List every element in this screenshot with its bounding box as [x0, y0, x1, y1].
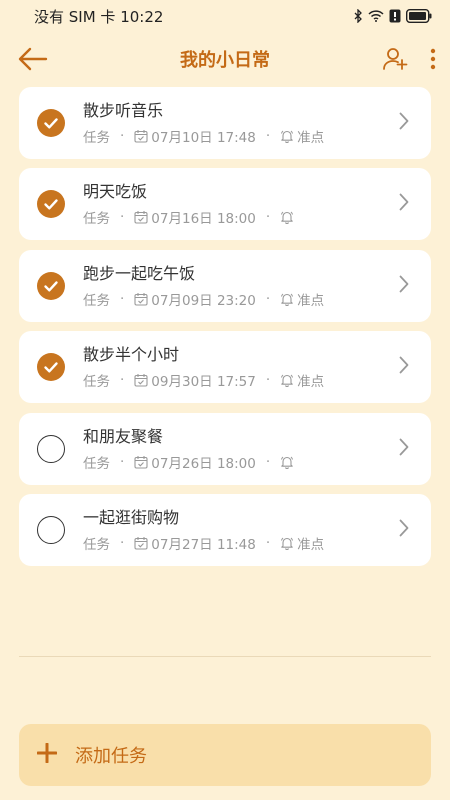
- task-item[interactable]: 和朋友聚餐 任务 · 07月26日 18:00 ·: [19, 412, 431, 485]
- task-body: 明天吃饭 任务 · 07月16日 18:00 ·: [83, 181, 407, 227]
- task-meta: 任务 · 07月09日 23:20 · 准点: [83, 289, 407, 309]
- task-meta: 任务 · 09月30日 17:57 · 准点: [83, 370, 407, 390]
- meta-separator: ·: [265, 453, 271, 470]
- bell-icon: [280, 455, 294, 469]
- bell-icon: [280, 292, 294, 306]
- task-meta: 任务 · 07月26日 18:00 ·: [83, 452, 407, 472]
- chevron-right-icon: [399, 519, 409, 541]
- bell-icon: [280, 536, 294, 550]
- status-icons: [354, 9, 432, 23]
- calendar-icon: [134, 292, 148, 306]
- more-vertical-icon[interactable]: [430, 48, 436, 70]
- task-title: 散步半个小时: [83, 345, 180, 365]
- add-member-icon[interactable]: [382, 46, 408, 72]
- task-checkbox[interactable]: [37, 271, 65, 300]
- task-date: 07月27日 11:48: [151, 536, 256, 553]
- task-item[interactable]: 跑步一起吃午饭 任务 · 07月09日 23:20 · 准点: [19, 249, 431, 322]
- task-checkbox[interactable]: [37, 515, 65, 544]
- calendar-icon: [134, 455, 148, 469]
- task-title: 明天吃饭: [83, 182, 148, 202]
- task-date: 09月30日 17:57: [151, 374, 256, 391]
- clock-text: 10:22: [120, 7, 164, 26]
- task-list: 散步听音乐 任务 · 07月10日 17:48 · 准点 明天吃饭 任务 · 0…: [0, 87, 450, 566]
- bell-icon: [280, 373, 294, 388]
- meta-separator: ·: [120, 290, 125, 307]
- task-reminder: 准点: [297, 536, 325, 553]
- meta-separator: ·: [265, 290, 271, 307]
- task-title: 散步听音乐: [83, 101, 164, 120]
- task-meta: 任务 · 07月27日 11:48 · 准点: [83, 533, 407, 553]
- task-item[interactable]: 一起逛街购物 任务 · 07月27日 11:48 · 准点: [19, 493, 431, 566]
- task-item[interactable]: 散步听音乐 任务 · 07月10日 17:48 · 准点: [19, 87, 431, 159]
- meta-separator: ·: [265, 209, 271, 226]
- plus-icon: [36, 742, 58, 767]
- task-title: 和朋友聚餐: [83, 426, 164, 446]
- task-body: 一起逛街购物 任务 · 07月27日 11:48 · 准点: [83, 507, 407, 553]
- app-bar: 我的小日常: [0, 32, 450, 86]
- task-checkbox[interactable]: [37, 109, 65, 137]
- meta-separator: ·: [265, 128, 271, 144]
- app-bar-actions: [382, 46, 436, 72]
- task-date: 07月10日 17:48: [151, 130, 256, 146]
- task-reminder: 准点: [297, 130, 325, 146]
- calendar-icon: [134, 210, 148, 224]
- task-item[interactable]: 明天吃饭 任务 · 07月16日 18:00 ·: [19, 168, 431, 241]
- meta-separator: ·: [120, 453, 125, 470]
- chevron-right-icon: [399, 275, 409, 297]
- task-type: 任务: [83, 455, 110, 472]
- add-task-button[interactable]: 添加任务: [19, 724, 431, 786]
- alert-icon: [389, 9, 401, 23]
- divider: [19, 656, 431, 657]
- back-arrow-icon[interactable]: [18, 47, 48, 71]
- status-bar: 没有 SIM 卡 10:22: [0, 0, 450, 32]
- checkmark-icon: [44, 118, 58, 129]
- checkmark-icon: [44, 362, 58, 373]
- status-left: 没有 SIM 卡 10:22: [34, 6, 163, 27]
- chevron-right-icon: [399, 356, 409, 378]
- chevron-right-icon: [399, 438, 409, 460]
- bluetooth-icon: [354, 9, 363, 23]
- task-date: 07月26日 18:00: [151, 455, 256, 472]
- task-item[interactable]: 散步半个小时 任务 · 09月30日 17:57 · 准点: [19, 331, 431, 404]
- carrier-text: 没有 SIM 卡: [34, 7, 116, 26]
- task-reminder: 准点: [297, 292, 325, 309]
- meta-separator: ·: [265, 534, 271, 551]
- task-meta: 任务 · 07月10日 17:48 · 准点: [83, 126, 407, 146]
- task-title: 跑步一起吃午饭: [83, 263, 196, 283]
- task-checkbox[interactable]: [37, 190, 65, 219]
- meta-separator: ·: [265, 372, 271, 389]
- task-type: 任务: [83, 292, 110, 309]
- task-title: 一起逛街购物: [83, 507, 180, 527]
- add-task-label: 添加任务: [75, 746, 147, 767]
- task-type: 任务: [83, 374, 110, 391]
- checkmark-icon: [44, 199, 58, 210]
- task-type: 任务: [83, 130, 110, 146]
- calendar-icon: [134, 373, 148, 387]
- chevron-right-icon: [399, 112, 409, 134]
- battery-icon: [406, 9, 432, 23]
- checkmark-icon: [44, 281, 58, 292]
- task-body: 散步半个小时 任务 · 09月30日 17:57 · 准点: [83, 344, 407, 390]
- meta-separator: ·: [120, 128, 125, 144]
- meta-separator: ·: [120, 534, 125, 551]
- task-body: 跑步一起吃午饭 任务 · 07月09日 23:20 · 准点: [83, 263, 407, 309]
- meta-separator: ·: [120, 372, 125, 389]
- bell-icon: [280, 210, 294, 225]
- calendar-icon: [134, 129, 148, 143]
- task-checkbox[interactable]: [37, 434, 65, 463]
- task-type: 任务: [83, 211, 110, 228]
- meta-separator: ·: [120, 209, 125, 226]
- task-type: 任务: [83, 536, 110, 553]
- task-body: 和朋友聚餐 任务 · 07月26日 18:00 ·: [83, 426, 407, 472]
- task-checkbox[interactable]: [37, 353, 65, 382]
- task-reminder: 准点: [297, 374, 325, 391]
- task-date: 07月09日 23:20: [151, 292, 256, 309]
- task-meta: 任务 · 07月16日 18:00 ·: [83, 207, 407, 227]
- bell-icon: [280, 129, 294, 143]
- chevron-right-icon: [399, 193, 409, 215]
- task-date: 07月16日 18:00: [151, 211, 256, 228]
- wifi-icon: [368, 10, 384, 22]
- task-body: 散步听音乐 任务 · 07月10日 17:48 · 准点: [83, 100, 407, 146]
- calendar-icon: [134, 536, 148, 550]
